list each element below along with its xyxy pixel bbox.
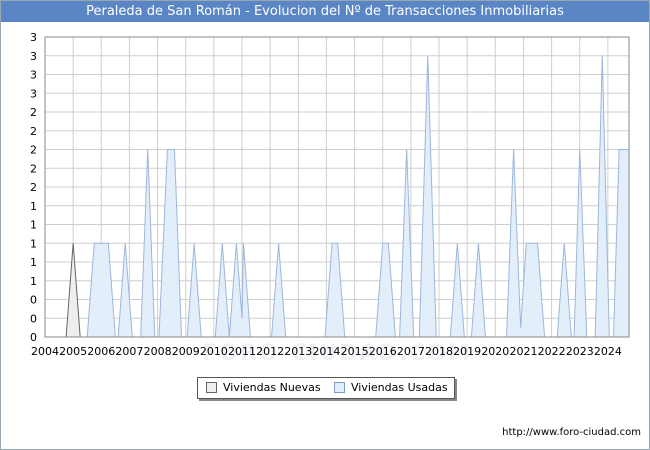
x-tick-label: 2023 xyxy=(566,345,594,358)
x-tick-label: 2022 xyxy=(538,345,566,358)
x-tick-label: 2021 xyxy=(509,345,537,358)
y-tick-label: 2 xyxy=(30,181,37,194)
y-tick-label: 3 xyxy=(30,31,37,44)
x-tick-label: 2009 xyxy=(172,345,200,358)
y-tick-label: 3 xyxy=(30,50,37,63)
legend-item-nuevas: Viviendas Nuevas xyxy=(206,378,321,398)
legend-item-usadas: Viviendas Usadas xyxy=(334,378,448,398)
x-tick-label: 2017 xyxy=(397,345,425,358)
x-tick-label: 2016 xyxy=(369,345,397,358)
y-tick-label: 2 xyxy=(30,144,37,157)
x-tick-label: 2020 xyxy=(481,345,509,358)
y-tick-label: 1 xyxy=(30,200,37,213)
source-url: http://www.foro-ciudad.com xyxy=(502,427,641,438)
y-tick-label: 0 xyxy=(30,312,37,325)
y-tick-label: 1 xyxy=(30,219,37,232)
legend: Viviendas Nuevas Viviendas Usadas xyxy=(197,377,455,399)
x-tick-label: 2008 xyxy=(144,345,172,358)
y-tick-label: 2 xyxy=(30,125,37,138)
x-tick-label: 2013 xyxy=(284,345,312,358)
legend-swatch-usadas xyxy=(334,381,345,393)
y-tick-label: 0 xyxy=(30,331,37,344)
y-tick-label: 3 xyxy=(30,69,37,82)
y-tick-label: 0 xyxy=(30,294,37,307)
y-tick-label: 1 xyxy=(30,256,37,269)
legend-swatch-nuevas xyxy=(206,381,217,393)
x-tick-label: 2014 xyxy=(312,345,340,358)
legend-label-nuevas: Viviendas Nuevas xyxy=(223,381,321,394)
x-tick-label: 2024 xyxy=(594,345,622,358)
x-tick-label: 2006 xyxy=(87,345,115,358)
y-tick-label: 1 xyxy=(30,275,37,288)
y-tick-label: 1 xyxy=(30,237,37,250)
x-tick-label: 2011 xyxy=(228,345,256,358)
legend-label-usadas: Viviendas Usadas xyxy=(351,381,448,394)
x-tick-label: 2004 xyxy=(31,345,59,358)
x-tick-label: 2012 xyxy=(256,345,284,358)
y-tick-label: 3 xyxy=(30,87,37,100)
y-tick-label: 2 xyxy=(30,106,37,119)
y-tick-label: 2 xyxy=(30,162,37,175)
x-tick-label: 2010 xyxy=(200,345,228,358)
x-tick-label: 2005 xyxy=(59,345,87,358)
x-tick-label: 2015 xyxy=(341,345,369,358)
x-tick-label: 2007 xyxy=(115,345,143,358)
x-tick-label: 2019 xyxy=(453,345,481,358)
x-tick-label: 2018 xyxy=(425,345,453,358)
